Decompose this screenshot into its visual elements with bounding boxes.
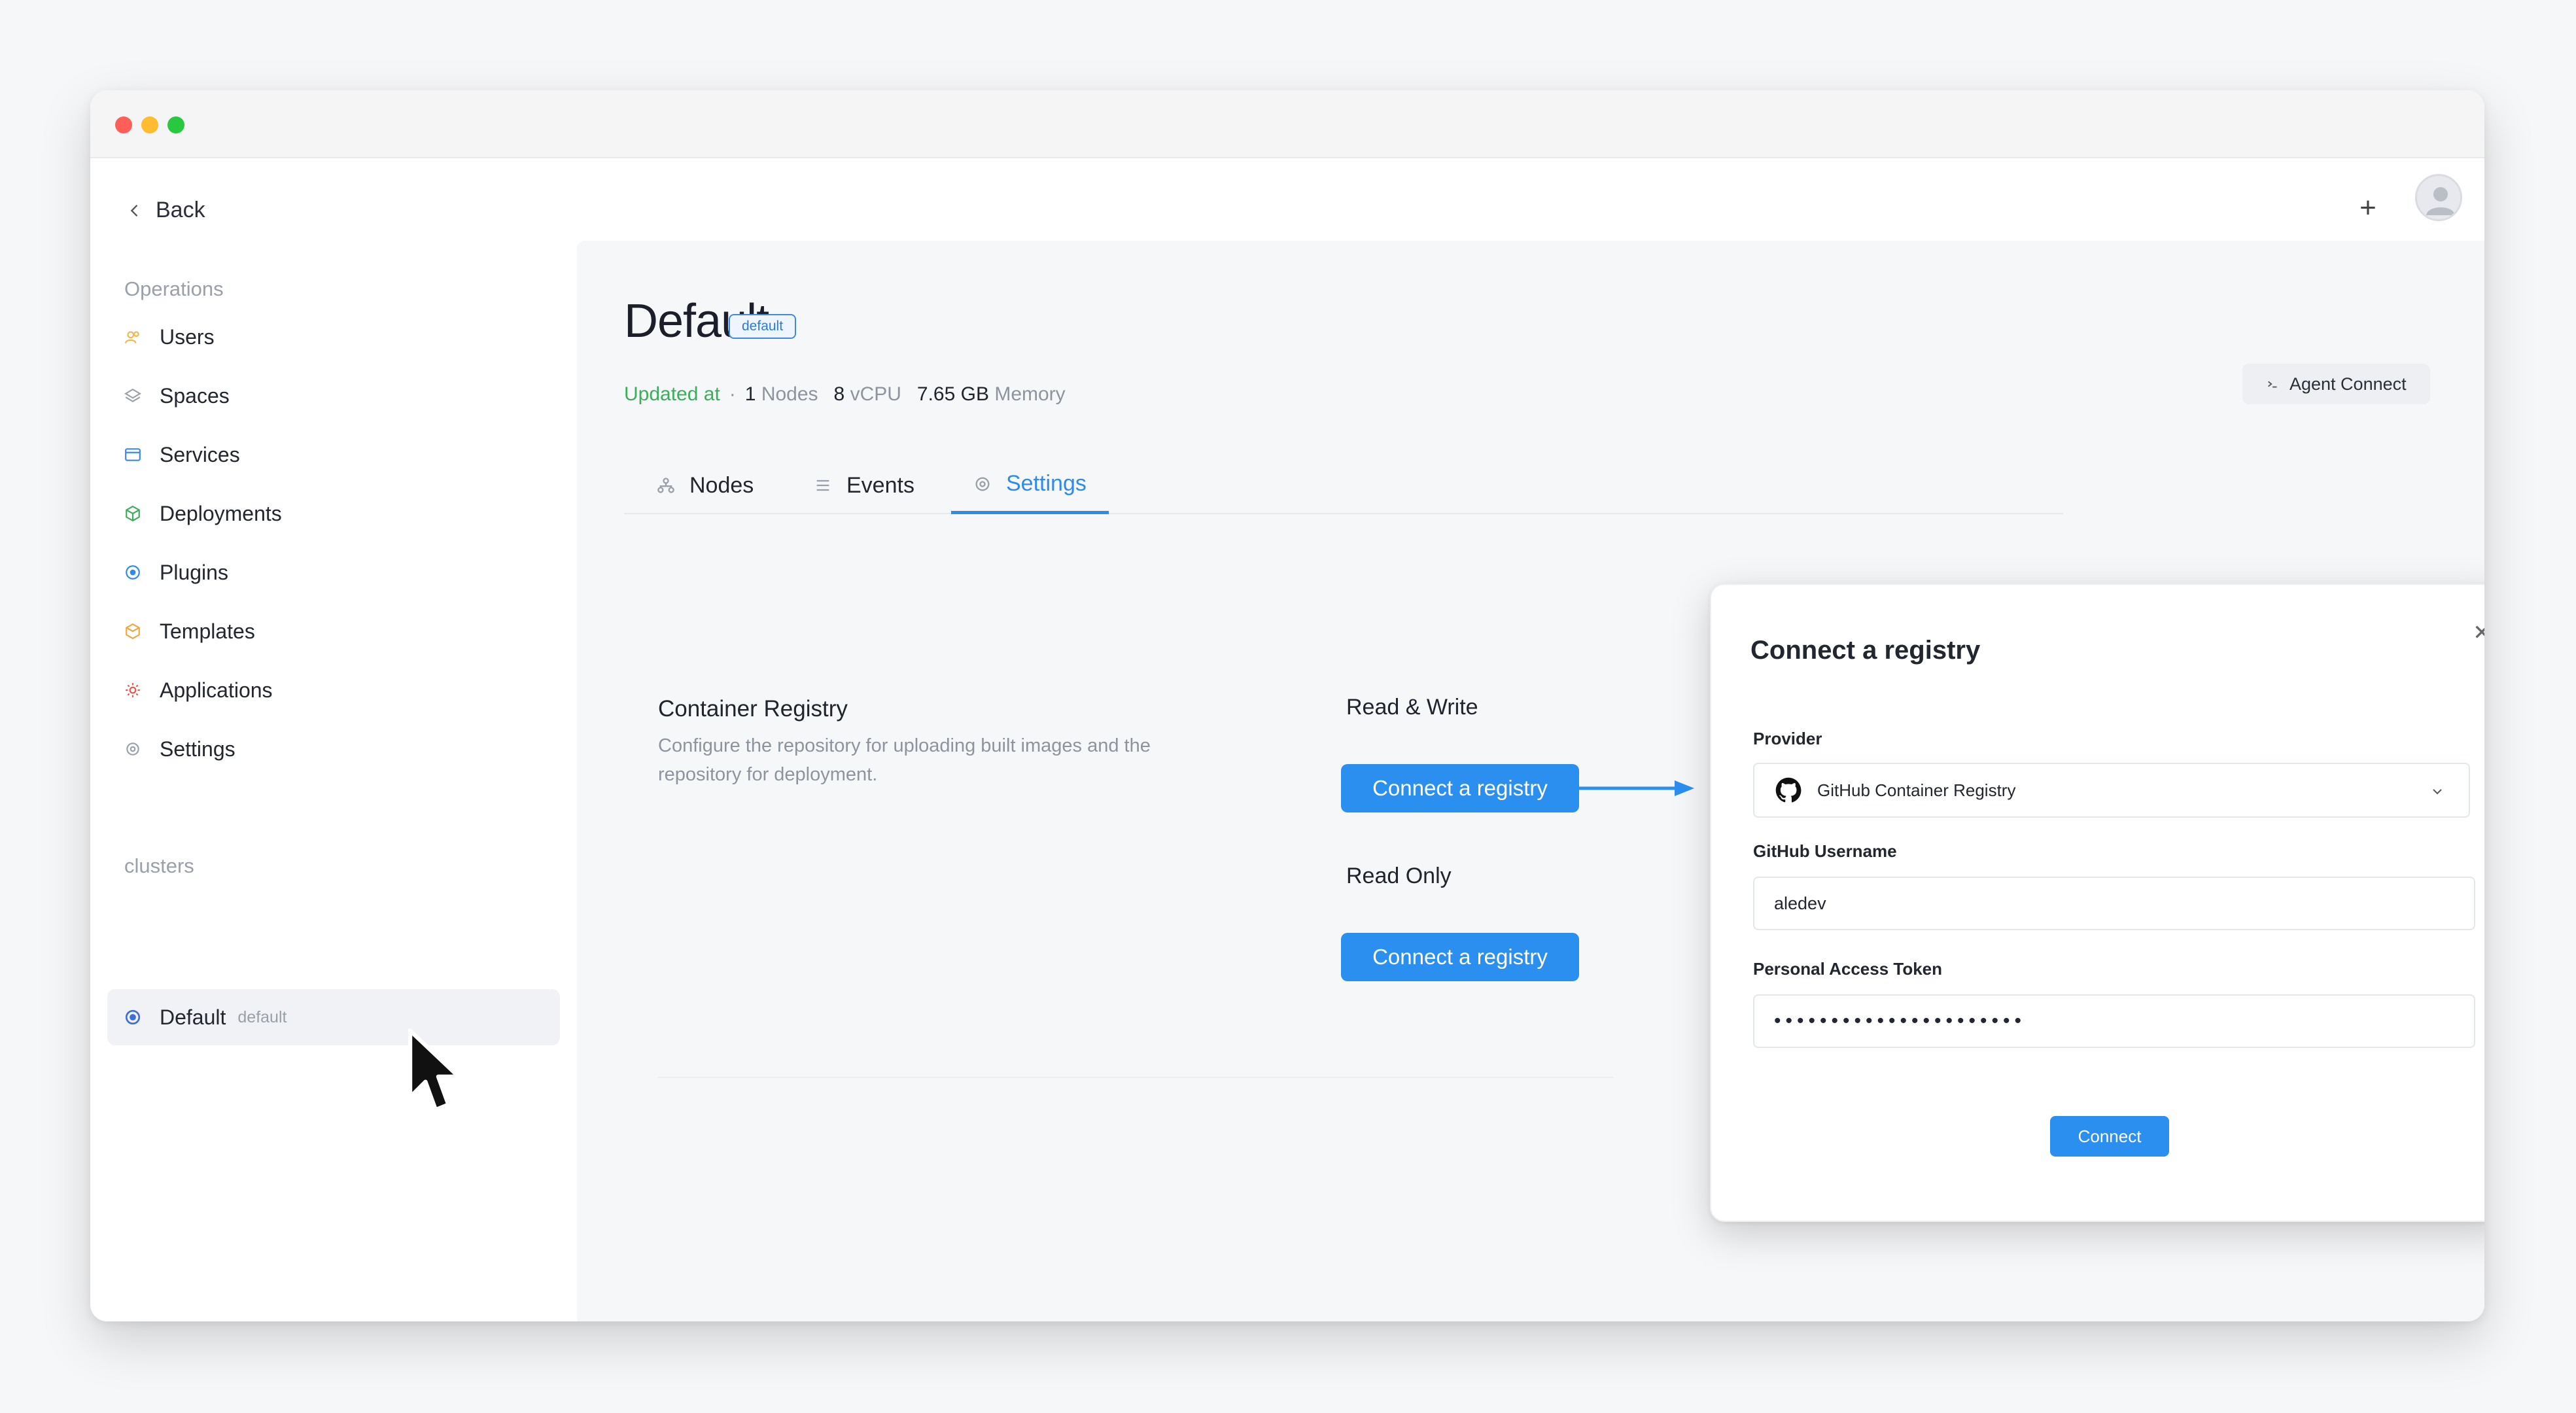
registry-section-description: Configure the repository for uploading b… — [658, 735, 1151, 785]
cluster-name: Default — [160, 1005, 226, 1029]
sidebar-item-cluster-default[interactable]: Default default — [107, 989, 560, 1045]
user-avatar-icon[interactable] — [2415, 174, 2462, 221]
list-icon — [816, 480, 829, 491]
tab-label: Events — [846, 472, 914, 498]
cluster-tag: default — [237, 1007, 287, 1026]
connect-registry-modal: Connect a registry Provider GitHub Conta… — [1710, 584, 2484, 1222]
cluster-icon — [125, 1009, 141, 1025]
provider-select[interactable]: GitHub Container Registry — [1753, 763, 2470, 818]
tab-events[interactable]: Events — [814, 457, 914, 514]
terminal-icon — [2268, 381, 2277, 388]
cube-icon — [126, 505, 140, 522]
plugin-icon — [126, 565, 140, 580]
tab-label: Settings — [1006, 471, 1087, 496]
back-button[interactable]: Back — [126, 198, 205, 223]
sidebar-item-spaces[interactable]: Spaces — [124, 379, 230, 412]
sidebar-item-applications[interactable]: Applications — [124, 674, 273, 706]
sidebar-item-services[interactable]: Services — [124, 438, 240, 471]
sidebar-item-deployments[interactable]: Deployments — [124, 497, 282, 530]
sidebar-item-plugins[interactable]: Plugins — [124, 556, 228, 589]
cluster-meta: Updated at · 1 Nodes 8 vCPU 7.65 GB Memo… — [624, 383, 1066, 406]
avatar-silhouette-icon — [2426, 187, 2455, 215]
token-field[interactable]: •••••••••••••••••••••• — [1753, 994, 2475, 1048]
agent-connect-button[interactable]: Agent Connect — [2242, 364, 2430, 404]
sidebar-item-settings[interactable]: Settings — [124, 733, 235, 765]
nodes-label: Nodes — [761, 383, 818, 405]
sidebar-item-label: Settings — [160, 737, 235, 761]
gear-icon — [126, 683, 140, 697]
modal-title: Connect a registry — [1750, 636, 1981, 665]
sidebar: Back Operations Users Spaces Services De… — [90, 158, 577, 1321]
add-button[interactable]: + — [2348, 188, 2388, 228]
token-label: Personal Access Token — [1753, 959, 1943, 979]
agent-connect-label: Agent Connect — [2289, 374, 2407, 394]
box-icon — [126, 623, 140, 640]
back-label: Back — [156, 198, 205, 222]
sidebar-item-label: Spaces — [160, 383, 230, 408]
operations-section-label: Operations — [124, 277, 224, 300]
provider-value: GitHub Container Registry — [1817, 780, 2016, 800]
sidebar-item-label: Applications — [160, 678, 273, 702]
meta-separator: · — [729, 383, 736, 405]
tab-bar: Nodes Events Settings — [624, 457, 2063, 514]
connect-button[interactable]: Connect — [2050, 1116, 2169, 1157]
read-write-label: Read & Write — [1346, 695, 1478, 720]
nodes-icon — [657, 478, 674, 493]
username-label: GitHub Username — [1753, 841, 1897, 861]
vcpu-count: 8 — [833, 383, 845, 405]
chevron-left-icon — [130, 204, 138, 217]
vcpu-label: vCPU — [850, 383, 901, 405]
connect-registry-read-only-button[interactable]: Connect a registry — [1341, 933, 1579, 981]
memory-value: 7.65 GB — [916, 383, 989, 405]
github-icon — [1775, 777, 1801, 803]
sidebar-item-label: Users — [160, 324, 215, 349]
window-icon — [125, 448, 141, 461]
gear-icon — [975, 477, 990, 491]
clusters-section-label: clusters — [124, 854, 194, 877]
section-divider — [658, 1077, 1613, 1078]
settings-icon — [126, 742, 139, 756]
memory-label: Memory — [994, 383, 1066, 405]
arrow-right-icon — [1579, 780, 1694, 796]
app-window: Back Operations Users Spaces Services De… — [90, 90, 2484, 1321]
tab-settings[interactable]: Settings — [951, 457, 1109, 514]
users-icon — [125, 331, 139, 344]
sidebar-item-label: Templates — [160, 619, 255, 643]
provider-label: Provider — [1753, 729, 1822, 748]
tab-label: Nodes — [689, 472, 754, 498]
title-bar — [90, 90, 2484, 158]
tab-nodes[interactable]: Nodes — [657, 457, 754, 514]
read-only-label: Read Only — [1346, 864, 1452, 888]
window-maximize-button[interactable] — [167, 116, 184, 133]
chevron-down-icon — [2433, 789, 2442, 795]
registry-section-title: Container Registry — [658, 696, 848, 722]
mouse-cursor-icon — [408, 1028, 461, 1112]
sidebar-item-label: Services — [160, 442, 240, 466]
nodes-count: 1 — [744, 383, 756, 405]
sidebar-item-users[interactable]: Users — [124, 321, 215, 353]
close-icon[interactable] — [2469, 619, 2484, 645]
layers-icon — [124, 388, 141, 402]
updated-label: Updated at — [624, 383, 720, 405]
username-field[interactable]: aledev — [1753, 877, 2475, 930]
sidebar-item-templates[interactable]: Templates — [124, 615, 255, 648]
window-close-button[interactable] — [115, 116, 132, 133]
window-minimize-button[interactable] — [141, 116, 158, 133]
connect-registry-read-write-button[interactable]: Connect a registry — [1341, 764, 1579, 812]
title-badge: default — [729, 314, 797, 339]
sidebar-item-label: Deployments — [160, 501, 282, 525]
sidebar-item-label: Plugins — [160, 560, 228, 584]
